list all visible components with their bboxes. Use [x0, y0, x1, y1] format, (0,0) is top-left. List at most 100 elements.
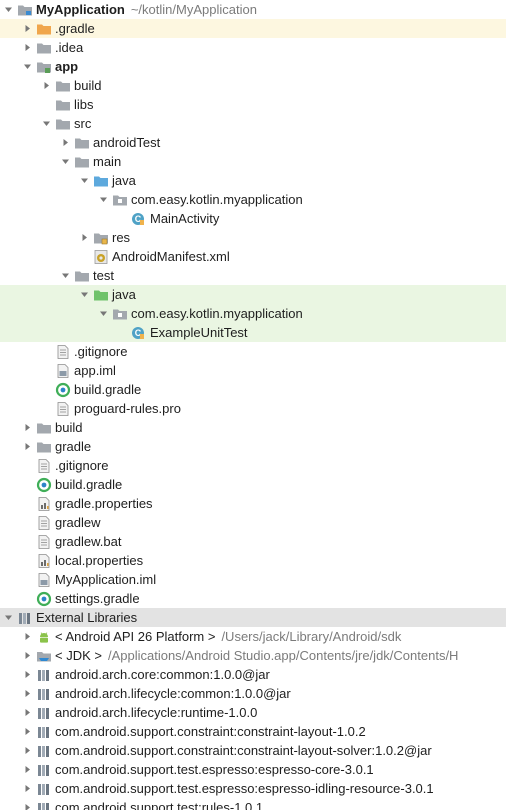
- tree-node-idea[interactable]: .idea: [0, 38, 506, 57]
- expand-arrow-icon[interactable]: [99, 195, 108, 204]
- collapse-arrow-icon[interactable]: [23, 746, 32, 755]
- collapse-arrow-icon[interactable]: [23, 784, 32, 793]
- tree-node-label: android.arch.lifecycle:runtime-1.0.0: [55, 705, 258, 720]
- tree-node-com-android-support-test-rules-1-0-1[interactable]: com.android.support.test:rules-1.0.1: [0, 798, 506, 810]
- iml-file-icon: [55, 363, 71, 379]
- collapse-arrow-icon[interactable]: [23, 803, 32, 810]
- collapse-arrow-icon[interactable]: [23, 689, 32, 698]
- tree-node-gitignore[interactable]: .gitignore: [0, 456, 506, 475]
- tree-node-android-arch-lifecycle-runtime-1-0-0[interactable]: android.arch.lifecycle:runtime-1.0.0: [0, 703, 506, 722]
- collapse-arrow-icon[interactable]: [23, 442, 32, 451]
- folder-icon: [74, 135, 90, 151]
- tree-node-jdk[interactable]: < JDK > /Applications/Android Studio.app/…: [0, 646, 506, 665]
- tree-node-src[interactable]: src: [0, 114, 506, 133]
- tree-node-label: android.arch.core:common:1.0.0@jar: [55, 667, 270, 682]
- collapse-arrow-icon[interactable]: [23, 670, 32, 679]
- tree-node-gradle-properties[interactable]: gradle.properties: [0, 494, 506, 513]
- tree-node-label: android.arch.lifecycle:common:1.0.0@jar: [55, 686, 291, 701]
- tree-node-app[interactable]: app: [0, 57, 506, 76]
- expand-arrow-icon[interactable]: [4, 5, 13, 14]
- tree-node-label: MyApplication: [36, 2, 125, 17]
- arrow-spacer: [42, 366, 51, 375]
- folder-icon: [36, 420, 52, 436]
- gradle-icon: [55, 382, 71, 398]
- tree-node-exampleunittest[interactable]: C ExampleUnitTest: [0, 323, 506, 342]
- tree-node-path: /Applications/Android Studio.app/Content…: [107, 648, 459, 663]
- arrow-spacer: [118, 214, 127, 223]
- expand-arrow-icon[interactable]: [61, 271, 70, 280]
- arrow-spacer: [23, 537, 32, 546]
- tree-node-com-android-support-test-espresso-espresso-idling-resource-3-0-1[interactable]: com.android.support.test.espresso:espres…: [0, 779, 506, 798]
- expand-arrow-icon[interactable]: [61, 157, 70, 166]
- expand-arrow-icon[interactable]: [99, 309, 108, 318]
- collapse-arrow-icon[interactable]: [23, 765, 32, 774]
- tree-node-test[interactable]: test: [0, 266, 506, 285]
- collapse-arrow-icon[interactable]: [23, 651, 32, 660]
- expand-arrow-icon[interactable]: [23, 62, 32, 71]
- tree-node-gradle[interactable]: .gradle: [0, 19, 506, 38]
- class-icon: C: [131, 211, 147, 227]
- tree-node-label: build.gradle: [74, 382, 142, 397]
- tree-node-main[interactable]: main: [0, 152, 506, 171]
- collapse-arrow-icon[interactable]: [23, 24, 32, 33]
- test-source-folder-icon: [93, 287, 109, 303]
- arrow-spacer: [23, 575, 32, 584]
- tree-node-external-libraries[interactable]: External Libraries: [0, 608, 506, 627]
- tree-node-libs[interactable]: libs: [0, 95, 506, 114]
- tree-node-mainactivity[interactable]: C MainActivity: [0, 209, 506, 228]
- collapse-arrow-icon[interactable]: [23, 43, 32, 52]
- tree-node-build[interactable]: build: [0, 76, 506, 95]
- tree-node-java[interactable]: java: [0, 285, 506, 304]
- collapse-arrow-icon[interactable]: [80, 233, 89, 242]
- tree-node-android-arch-lifecycle-common-1-0-0-jar[interactable]: android.arch.lifecycle:common:1.0.0@jar: [0, 684, 506, 703]
- collapse-arrow-icon[interactable]: [23, 632, 32, 641]
- tree-node-com-android-support-constraint-constraint-layout-1-0-2[interactable]: com.android.support.constraint:constrain…: [0, 722, 506, 741]
- tree-node-res[interactable]: res: [0, 228, 506, 247]
- tree-node-label: < JDK >: [55, 648, 102, 663]
- library-icon: [36, 743, 52, 759]
- tree-node-com-easy-kotlin-myapplication[interactable]: com.easy.kotlin.myapplication: [0, 190, 506, 209]
- tree-node-local-properties[interactable]: local.properties: [0, 551, 506, 570]
- collapse-arrow-icon[interactable]: [61, 138, 70, 147]
- tree-node-gradlew-bat[interactable]: gradlew.bat: [0, 532, 506, 551]
- tree-node-androidmanifest-xml[interactable]: AndroidManifest.xml: [0, 247, 506, 266]
- properties-icon: [36, 496, 52, 512]
- folder-orange-icon: [36, 21, 52, 37]
- collapse-arrow-icon[interactable]: [23, 708, 32, 717]
- library-icon: [36, 705, 52, 721]
- library-icon: [36, 781, 52, 797]
- tree-node-com-easy-kotlin-myapplication[interactable]: com.easy.kotlin.myapplication: [0, 304, 506, 323]
- expand-arrow-icon[interactable]: [80, 176, 89, 185]
- tree-node-label: External Libraries: [36, 610, 138, 625]
- tree-node-app-iml[interactable]: app.iml: [0, 361, 506, 380]
- tree-node-build-gradle[interactable]: build.gradle: [0, 380, 506, 399]
- tree-node-com-android-support-constraint-constraint-layout-solver-1-0-2-jar[interactable]: com.android.support.constraint:constrain…: [0, 741, 506, 760]
- tree-node-android-arch-core-common-1-0-0-jar[interactable]: android.arch.core:common:1.0.0@jar: [0, 665, 506, 684]
- tree-node-gradlew[interactable]: gradlew: [0, 513, 506, 532]
- expand-arrow-icon[interactable]: [80, 290, 89, 299]
- tree-node-path: ~/kotlin/MyApplication: [130, 2, 257, 17]
- tree-node-myapplication-iml[interactable]: MyApplication.iml: [0, 570, 506, 589]
- project-tree[interactable]: MyApplication ~/kotlin/MyApplication .gra…: [0, 0, 506, 810]
- tree-node-gitignore[interactable]: .gitignore: [0, 342, 506, 361]
- tree-node-settings-gradle[interactable]: settings.gradle: [0, 589, 506, 608]
- tree-node-androidtest[interactable]: androidTest: [0, 133, 506, 152]
- expand-arrow-icon[interactable]: [42, 119, 51, 128]
- expand-arrow-icon[interactable]: [4, 613, 13, 622]
- arrow-spacer: [118, 328, 127, 337]
- collapse-arrow-icon[interactable]: [23, 727, 32, 736]
- tree-node-java[interactable]: java: [0, 171, 506, 190]
- tree-node-proguard-rules-pro[interactable]: proguard-rules.pro: [0, 399, 506, 418]
- tree-node-label: .gradle: [55, 21, 95, 36]
- tree-node-com-android-support-test-espresso-espresso-core-3-0-1[interactable]: com.android.support.test.espresso:espres…: [0, 760, 506, 779]
- tree-node-build-gradle[interactable]: build.gradle: [0, 475, 506, 494]
- tree-node-android-api-26-platform[interactable]: < Android API 26 Platform > /Users/jack/L…: [0, 627, 506, 646]
- tree-node-build[interactable]: build: [0, 418, 506, 437]
- collapse-arrow-icon[interactable]: [23, 423, 32, 432]
- tree-node-myapplication[interactable]: MyApplication ~/kotlin/MyApplication: [0, 0, 506, 19]
- collapse-arrow-icon[interactable]: [42, 81, 51, 90]
- tree-node-gradle[interactable]: gradle: [0, 437, 506, 456]
- folder-icon: [36, 40, 52, 56]
- properties-icon: [36, 553, 52, 569]
- tree-node-label: build.gradle: [55, 477, 123, 492]
